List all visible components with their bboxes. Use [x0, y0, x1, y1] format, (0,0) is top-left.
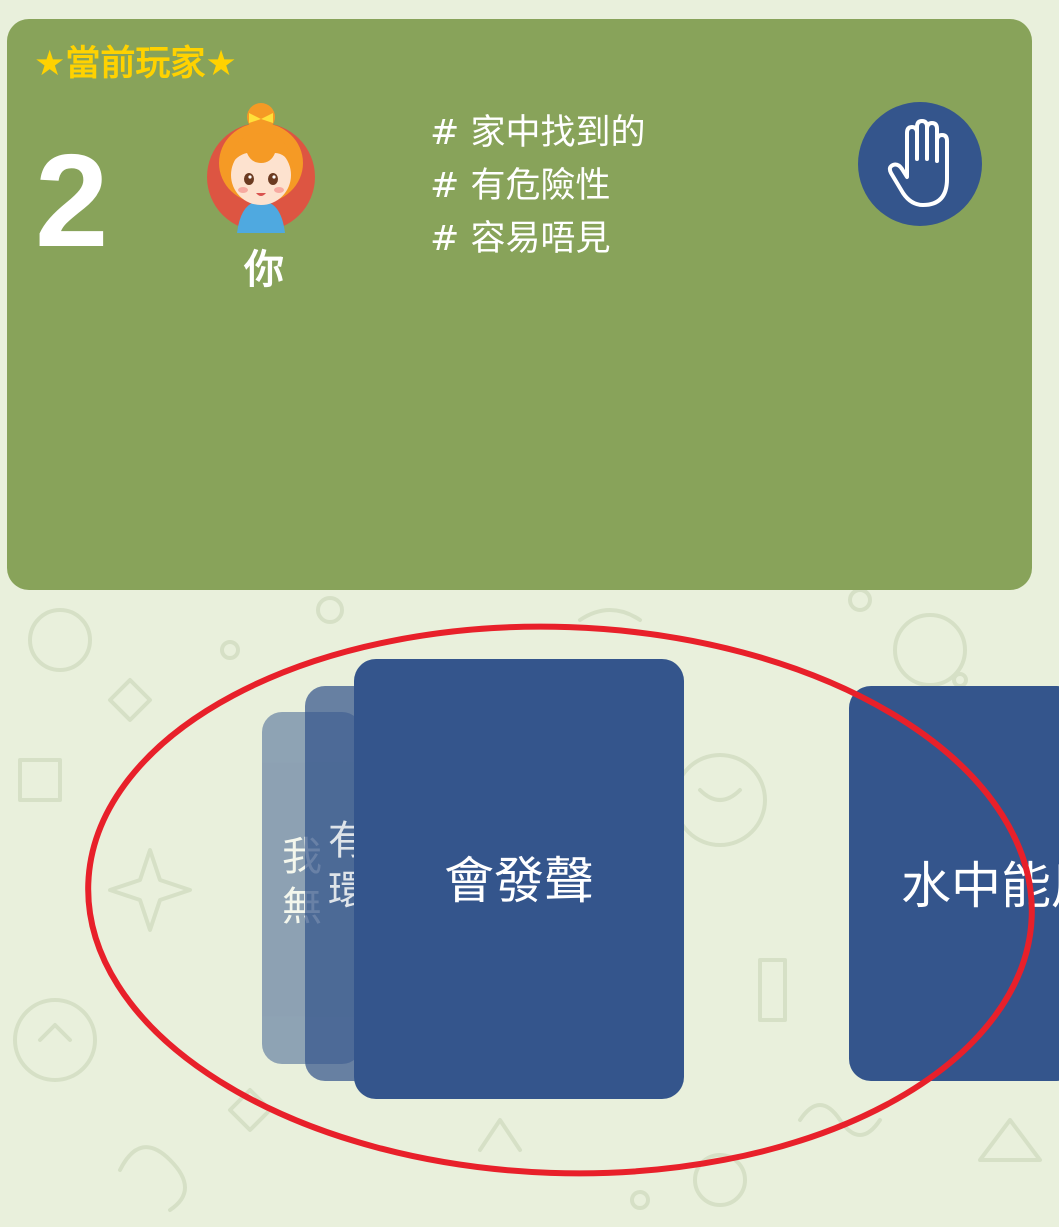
turn-number: 2 — [35, 127, 109, 274]
hint-tag: # 有危險性 — [430, 166, 611, 206]
next-card-label: 水中能用 — [901, 857, 1059, 915]
raise-hand-button[interactable] — [858, 102, 982, 226]
hint-tag: # 容易唔見 — [430, 219, 611, 259]
hand-icon — [887, 119, 949, 207]
current-player-label: ★當前玩家★ — [34, 44, 237, 84]
selected-card[interactable]: 會發聲 — [354, 659, 684, 1099]
next-card[interactable]: 水中能用 — [849, 686, 1059, 1081]
hint-tag: # 家中找到的 — [430, 113, 646, 153]
player-avatar — [207, 103, 315, 233]
hint-tags: # 家中找到的 # 有危險性 # 容易唔見 — [430, 107, 645, 266]
player-name: 你 — [244, 247, 284, 293]
selected-card-label: 會發聲 — [444, 852, 594, 910]
current-player-panel: ★當前玩家★ 2 你 # 家中找到的 # 有危險性 # 容易唔見 — [7, 19, 1032, 590]
